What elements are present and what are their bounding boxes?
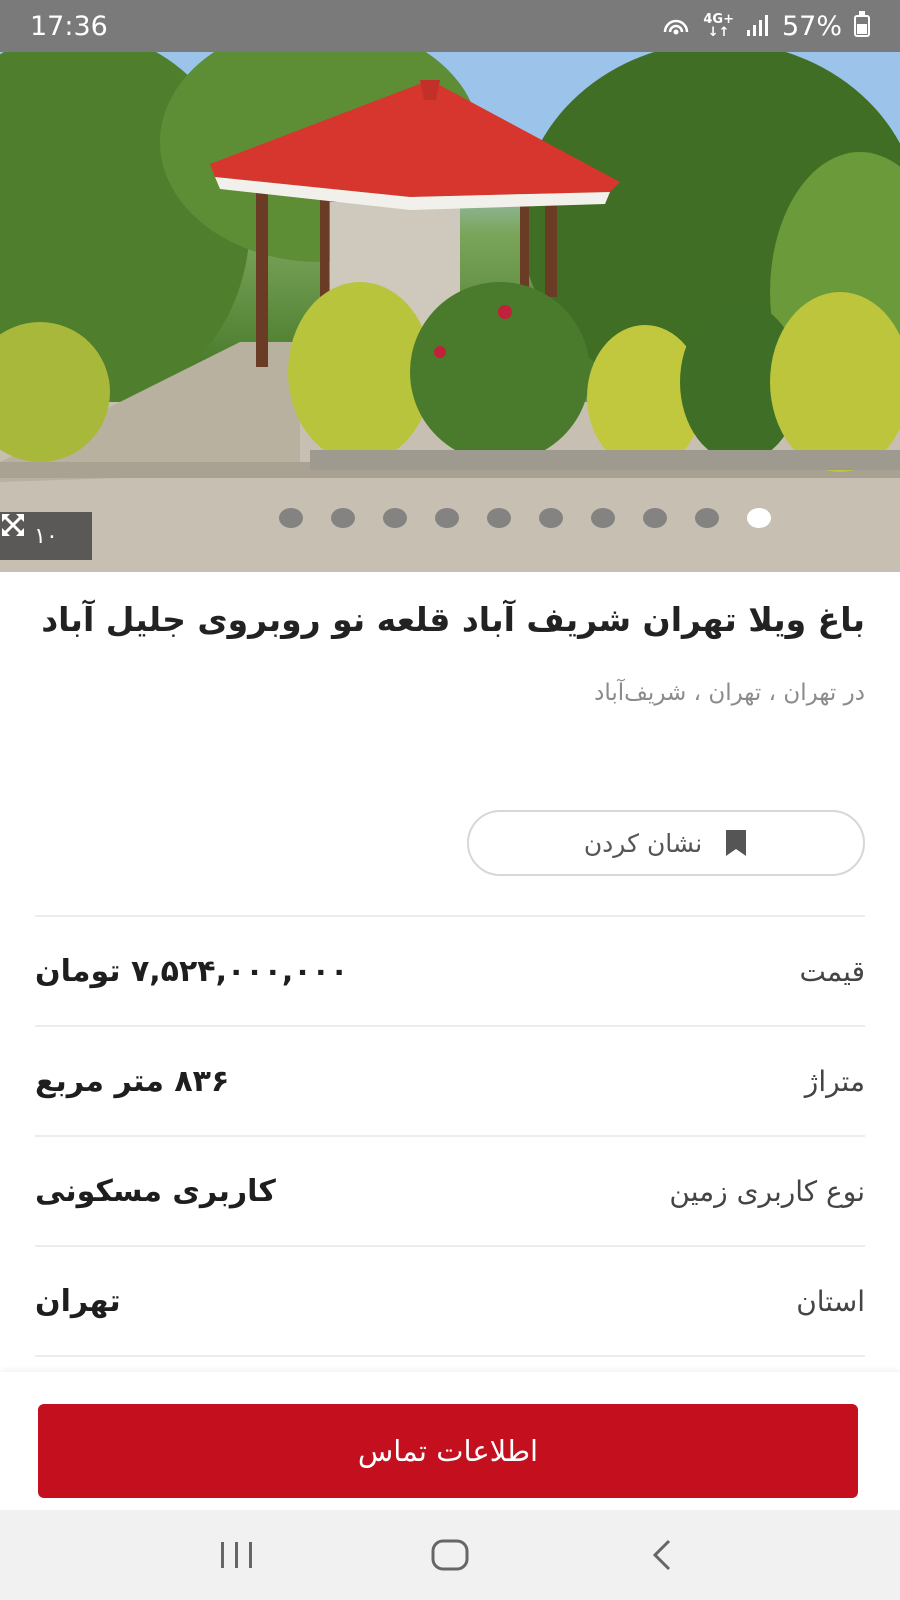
detail-row-land-use: نوع کاربری زمین کاربری مسکونی xyxy=(35,1135,865,1245)
gallery-dot-active[interactable] xyxy=(747,508,771,528)
contact-info-button[interactable]: اطلاعات تماس xyxy=(38,1404,858,1498)
detail-value: تهران xyxy=(35,1283,121,1319)
recents-icon xyxy=(220,1542,252,1568)
bookmark-icon xyxy=(726,830,747,856)
back-icon xyxy=(653,1539,671,1571)
recents-button[interactable] xyxy=(207,1525,267,1585)
hotspot-icon xyxy=(664,19,689,35)
detail-row-province: استان تهران xyxy=(35,1245,865,1355)
gallery-dot[interactable] xyxy=(695,508,719,528)
gallery-dot[interactable] xyxy=(539,508,563,528)
battery-percent: 57% xyxy=(781,10,842,42)
gallery-dot[interactable] xyxy=(383,508,407,528)
detail-label: متراژ xyxy=(804,1064,865,1098)
system-nav-bar xyxy=(0,1510,900,1600)
status-icons: 4G+ ↓↑ 57% xyxy=(661,11,870,42)
expand-icon xyxy=(2,514,24,536)
status-time: 17:36 xyxy=(30,10,108,42)
detail-row-area: متراژ ۸۳۶ متر مربع xyxy=(35,1025,865,1135)
status-bar: 17:36 4G+ ↓↑ 57% xyxy=(0,0,900,52)
detail-label: قیمت xyxy=(799,954,865,988)
detail-value: ۸۳۶ متر مربع xyxy=(35,1063,230,1099)
gallery-dot[interactable] xyxy=(435,508,459,528)
detail-label: استان xyxy=(796,1284,865,1318)
detail-value: ۷,۵۲۴,۰۰۰,۰۰۰ تومان xyxy=(35,953,349,989)
signal-icon xyxy=(746,15,768,36)
detail-value: کاربری مسکونی xyxy=(35,1173,276,1209)
listing-title: باغ ویلا تهران شریف آباد قلعه نو روبروی … xyxy=(41,600,865,639)
detail-row-price: قیمت ۷,۵۲۴,۰۰۰,۰۰۰ تومان xyxy=(35,915,865,1025)
gallery-pagination xyxy=(0,508,900,528)
screen: 17:36 4G+ ↓↑ 57% ۱۰ باغ ویلا تهران شریف … xyxy=(0,0,900,1600)
bookmark-label: نشان کردن xyxy=(583,828,703,858)
listing-location: در تهران ، تهران ، شریف‌آباد xyxy=(594,680,865,706)
listing-photo[interactable]: ۱۰ xyxy=(0,52,900,572)
detail-label: نوع کاربری زمین xyxy=(669,1174,865,1208)
photo-illustration xyxy=(0,52,900,572)
gallery-dot[interactable] xyxy=(643,508,667,528)
details-table: قیمت ۷,۵۲۴,۰۰۰,۰۰۰ تومان متراژ ۸۳۶ متر م… xyxy=(35,915,865,1375)
network-type-icon: 4G+ ↓↑ xyxy=(703,12,734,40)
gallery-dot[interactable] xyxy=(487,508,511,528)
home-icon xyxy=(431,1539,469,1571)
photo-count-button[interactable]: ۱۰ xyxy=(0,512,92,560)
home-button[interactable] xyxy=(420,1525,480,1585)
back-button[interactable] xyxy=(633,1525,693,1585)
gallery-dot[interactable] xyxy=(279,508,303,528)
battery-icon xyxy=(854,11,870,37)
photo-count: ۱۰ xyxy=(34,523,58,549)
contact-bar: اطلاعات تماس xyxy=(0,1372,900,1510)
gallery-dot[interactable] xyxy=(591,508,615,528)
gallery-dot[interactable] xyxy=(331,508,355,528)
bookmark-button[interactable]: نشان کردن xyxy=(467,810,865,876)
